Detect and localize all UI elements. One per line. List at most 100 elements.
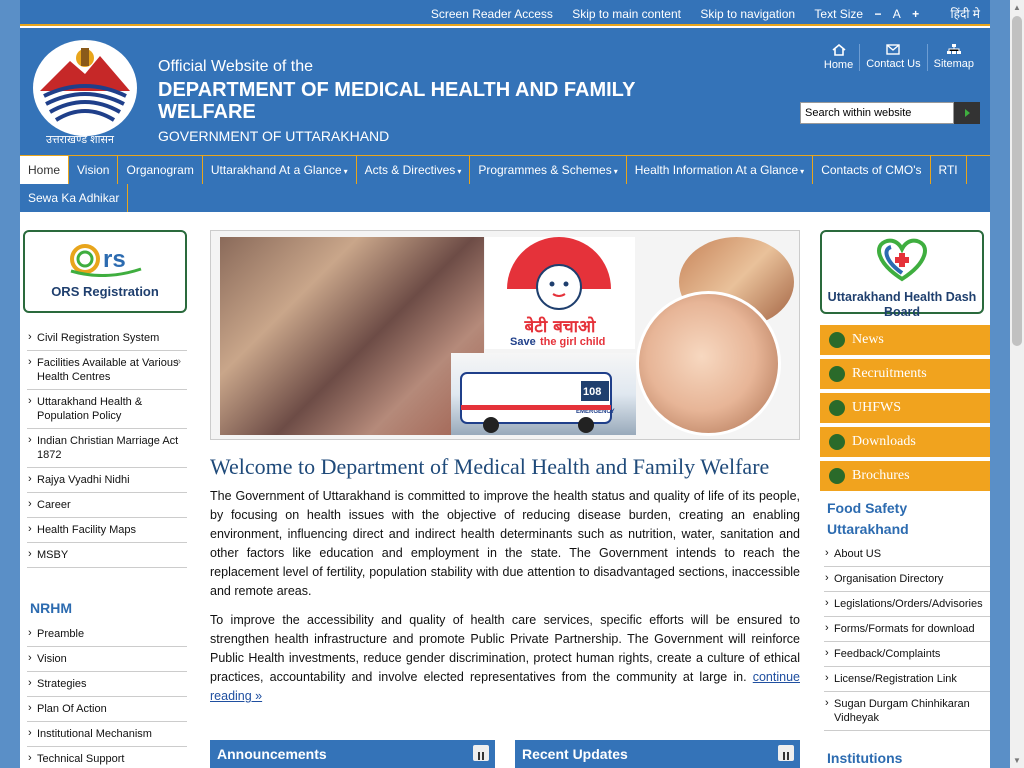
nrhm-menu-item-label: Strategies (37, 678, 87, 690)
beti-bachao-graphic: बेटी बचाओ Save the girl child (485, 237, 635, 349)
beti-bachao-hindi: बेटी बचाओ (524, 316, 597, 337)
hindi-language-link[interactable]: हिंदी मे (951, 5, 980, 22)
left-menu-item[interactable]: Career (27, 493, 187, 518)
menu-item-sewa-ka-adhikar[interactable]: Sewa Ka Adhikar (20, 184, 129, 212)
header-sitemap-label: Sitemap (933, 58, 974, 70)
quick-link-label: Brochures (852, 468, 910, 483)
screen-reader-link[interactable]: Screen Reader Access (431, 7, 553, 21)
nrhm-menu-item-label: Preamble (37, 628, 85, 640)
header-sitemap-link[interactable]: Sitemap (928, 44, 980, 71)
text-increase-button[interactable]: + (912, 7, 919, 21)
left-menu-item[interactable]: Uttarakhand Health & Population Policy (27, 390, 187, 429)
scroll-up-icon[interactable]: ▲ (1013, 3, 1021, 12)
quick-link-label: UHFWS (852, 400, 902, 415)
food-safety-heading: Food Safety Uttarakhand (827, 500, 909, 537)
food-safety-menu-item[interactable]: Sugan Durgam Chinhikaran Vidheyak (824, 692, 990, 731)
site-title-line2[interactable]: DEPARTMENT OF MEDICAL HEALTH AND FAMILY … (158, 79, 658, 123)
recent-updates-pause-button[interactable] (778, 745, 794, 761)
health-dashboard-card[interactable]: Uttarakhand Health Dash Board (820, 230, 984, 319)
nrhm-menu-item[interactable]: Plan Of Action (27, 697, 187, 722)
food-safety-menu-item[interactable]: About US (824, 542, 990, 567)
quick-link-label: Downloads (852, 434, 916, 449)
quick-link-news[interactable]: News (820, 325, 990, 355)
header-contact-link[interactable]: Contact Us (860, 44, 928, 71)
left-menu-item-label: Health Facility Maps (37, 524, 137, 536)
left-menu-item[interactable]: Rajya Vyadhi Nidhi (27, 468, 187, 493)
bullet-icon (829, 434, 845, 450)
page: Screen Reader Access Skip to main conten… (20, 0, 990, 768)
announcement-bars: Announcements Recent Updates (210, 740, 800, 768)
main-content: बेटी बचाओ Save the girl child 108 EMERGE… (210, 230, 800, 706)
menu-item-organogram[interactable]: Organogram (118, 156, 203, 184)
right-sidebar: Uttarakhand Health Dash Board News Recrui… (820, 212, 990, 768)
nrhm-menu-item[interactable]: Strategies (27, 672, 187, 697)
nrhm-menu-item[interactable]: Preamble (27, 622, 187, 647)
search-button[interactable] (954, 102, 980, 124)
nrhm-heading: NRHM (30, 600, 72, 616)
quick-link-uhfws[interactable]: UHFWS (820, 393, 990, 423)
left-menu-item[interactable]: Facilities Available at Various Health C… (27, 351, 187, 390)
skip-nav-link[interactable]: Skip to navigation (700, 7, 795, 21)
menu-item-programmes-schemes[interactable]: Programmes & Schemes ▾ (470, 156, 627, 184)
menu-item-acts-directives[interactable]: Acts & Directives ▾ (357, 156, 471, 184)
nrhm-menu-item-label: Plan Of Action (37, 703, 107, 715)
nrhm-menu-item[interactable]: Technical Support (27, 747, 187, 768)
food-safety-menu-item[interactable]: Organisation Directory (824, 567, 990, 592)
menu-item-health-information-at-a-glance[interactable]: Health Information At a Glance ▾ (627, 156, 814, 184)
scroll-down-icon[interactable]: ▼ (1013, 756, 1021, 765)
scrollbar-thumb[interactable] (1012, 16, 1022, 346)
recent-updates-header: Recent Updates (515, 740, 800, 768)
quick-link-downloads[interactable]: Downloads (820, 427, 990, 457)
quick-link-brochures[interactable]: Brochures (820, 461, 990, 491)
left-menu-item-label: Uttarakhand Health & Population Policy (37, 396, 143, 422)
nrhm-menu-item[interactable]: Vision (27, 647, 187, 672)
nrhm-menu-item[interactable]: Institutional Mechanism (27, 722, 187, 747)
nrhm-menu-item-label: Technical Support (37, 753, 125, 765)
menu-item-label: Vision (77, 163, 110, 177)
ors-registration-card[interactable]: rs ORS Registration (23, 230, 187, 313)
food-safety-menu-item-label: Sugan Durgam Chinhikaran Vidheyak (834, 698, 970, 724)
menu-item-label: Contacts of CMO's (821, 163, 922, 177)
welcome-heading: Welcome to Department of Medical Health … (210, 454, 770, 479)
left-menu-item[interactable]: Civil Registration System (27, 326, 187, 351)
food-safety-menu: About US Organisation Directory Legislatio… (824, 542, 990, 731)
text-decrease-button[interactable]: − (874, 7, 881, 21)
heart-health-icon (877, 238, 927, 282)
text-reset-button[interactable]: A (893, 7, 901, 21)
left-menu-item[interactable]: Health Facility Maps (27, 518, 187, 543)
left-menu-item[interactable]: MSBY (27, 543, 187, 568)
image-banner[interactable]: बेटी बचाओ Save the girl child 108 EMERGE… (210, 230, 800, 440)
menu-item-uttarakhand-at-a-glance[interactable]: Uttarakhand At a Glance ▾ (203, 156, 357, 184)
chevron-down-icon: ▾ (457, 167, 462, 176)
emblem-caption: उत्तराखण्ड शासन (46, 134, 115, 146)
site-title-line3: GOVERNMENT OF UTTARAKHAND (158, 128, 390, 144)
food-safety-menu-item[interactable]: Forms/Formats for download (824, 617, 990, 642)
quick-links: News Recruitments UHFWS Downloads Brochures (820, 325, 990, 495)
food-safety-menu-item-label: Forms/Formats for download (834, 623, 975, 635)
site-search (800, 102, 980, 124)
menu-item-home[interactable]: Home (20, 156, 70, 184)
chevron-down-icon: ▾ (800, 167, 805, 176)
search-input[interactable] (800, 102, 954, 124)
food-safety-menu-item[interactable]: Feedback/Complaints (824, 642, 990, 667)
ors-logo-icon: rs (70, 244, 142, 278)
health-workers-photo (220, 237, 484, 435)
left-menu: Civil Registration System Facilities Avai… (27, 326, 187, 568)
food-safety-menu-item[interactable]: License/Registration Link (824, 667, 990, 692)
announcements-pause-button[interactable] (473, 745, 489, 761)
skip-main-link[interactable]: Skip to main content (572, 7, 681, 21)
vertical-scrollbar[interactable]: ▲ ▼ (1010, 0, 1024, 768)
main-menu: Home Vision Organogram Uttarakhand At a Gla… (20, 155, 990, 212)
menu-item-vision[interactable]: Vision (69, 156, 119, 184)
quick-link-recruitments[interactable]: Recruitments (820, 359, 990, 389)
header-contact-label: Contact Us (866, 58, 921, 70)
pause-icon (783, 752, 789, 760)
menu-item-rti[interactable]: RTI (931, 156, 967, 184)
left-menu-item[interactable]: Indian Christian Marriage Act 1872 (27, 429, 187, 468)
header-home-link[interactable]: Home (818, 44, 861, 71)
menu-item-contacts-of-cmo-s[interactable]: Contacts of CMO's (813, 156, 931, 184)
left-menu-item-label: Civil Registration System (37, 332, 160, 344)
menu-item-label: Organogram (126, 163, 194, 177)
food-safety-menu-item[interactable]: Legislations/Orders/Advisories (824, 592, 990, 617)
bullet-icon (829, 400, 845, 416)
